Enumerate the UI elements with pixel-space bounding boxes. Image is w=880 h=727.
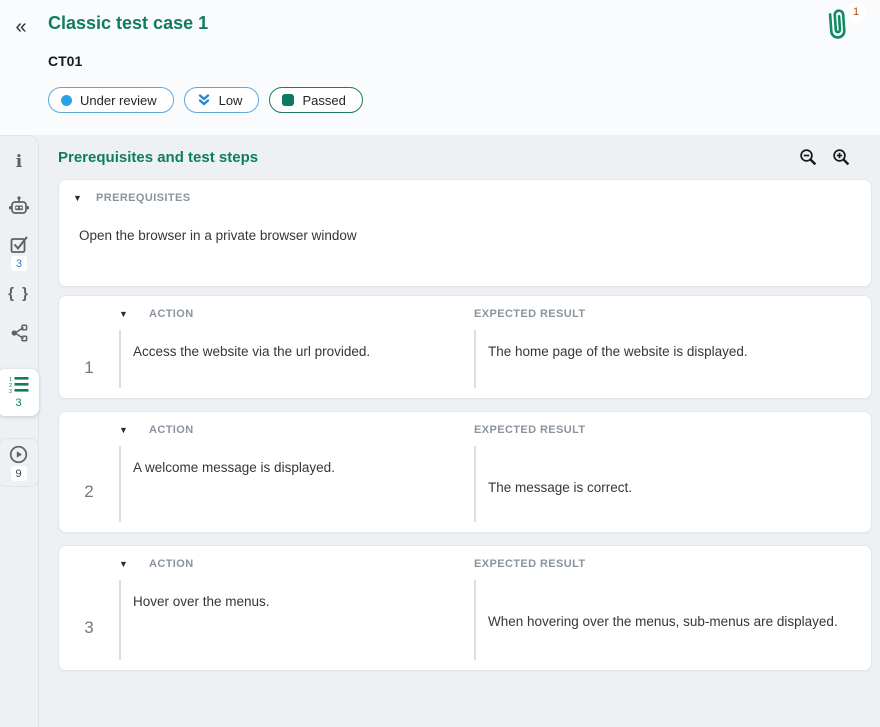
section-header: Prerequisites and test steps xyxy=(58,146,872,168)
attachments-button[interactable]: 1 xyxy=(822,6,862,50)
runs-count-badge: 9 xyxy=(11,466,27,481)
expected-column-label: EXPECTED RESULT xyxy=(474,308,586,320)
checkbox-check-icon xyxy=(9,235,29,254)
step-action-text[interactable]: Access the website via the url provided. xyxy=(133,342,464,362)
step-number: 1 xyxy=(84,358,93,388)
status-badge[interactable]: Under review xyxy=(48,87,174,113)
sidebar-tab-runs[interactable]: 9 xyxy=(0,438,39,487)
page-title: Classic test case 1 xyxy=(48,13,208,34)
prerequisites-card: ▼ PREREQUISITES Open the browser in a pr… xyxy=(58,179,872,287)
prerequisites-label: PREREQUISITES xyxy=(96,192,190,204)
priority-badge[interactable]: Low xyxy=(184,87,260,113)
sidebar-tab-steps[interactable]: 1 2 3 3 xyxy=(0,369,39,416)
result-square-icon xyxy=(282,94,294,106)
play-circle-icon xyxy=(9,445,28,464)
curly-braces-icon: { } xyxy=(8,285,30,302)
section-title: Prerequisites and test steps xyxy=(58,149,258,166)
sidebar-item-tests[interactable]: 3 xyxy=(0,235,38,271)
info-icon: i xyxy=(16,153,22,171)
test-step-row: 2 ▼ ACTION A welcome message is displaye… xyxy=(58,411,872,533)
result-badge-label: Passed xyxy=(302,93,345,108)
sidebar-item-parameters[interactable]: { } xyxy=(0,285,38,302)
action-column-label: ACTION xyxy=(149,424,194,436)
step-number: 3 xyxy=(84,618,93,660)
prerequisites-text[interactable]: Open the browser in a private browser wi… xyxy=(79,228,857,243)
page-header: « Classic test case 1 1 CT01 Under revie… xyxy=(0,0,880,135)
svg-text:3: 3 xyxy=(9,389,12,393)
step-expected-text[interactable]: When hovering over the menus, sub-menus … xyxy=(488,592,847,633)
badges-row: Under review Low Passed xyxy=(48,87,363,113)
expected-column-label: EXPECTED RESULT xyxy=(474,558,586,570)
collapse-triangle-icon[interactable]: ▼ xyxy=(73,193,87,203)
share-icon xyxy=(10,324,29,342)
status-badge-label: Under review xyxy=(80,93,157,108)
step-expected-text[interactable]: The home page of the website is displaye… xyxy=(488,342,847,362)
result-badge[interactable]: Passed xyxy=(269,87,362,113)
numbered-list-icon: 1 2 3 xyxy=(9,376,29,393)
step-number: 2 xyxy=(84,482,93,522)
zoom-in-button[interactable] xyxy=(832,147,852,167)
zoom-in-icon xyxy=(832,148,851,167)
priority-low-icon xyxy=(197,93,211,107)
action-column-label: ACTION xyxy=(149,308,194,320)
zoom-out-button[interactable] xyxy=(799,147,819,167)
test-step-row: 3 ▼ ACTION Hover over the menus. EXPECTE… xyxy=(58,545,872,671)
attachment-count-badge: 1 xyxy=(846,2,866,22)
sidebar-item-automation[interactable] xyxy=(0,196,38,216)
sidebar-item-share[interactable] xyxy=(0,324,38,342)
step-action-text[interactable]: A welcome message is displayed. xyxy=(133,458,464,478)
sidebar: i xyxy=(0,135,39,727)
collapse-triangle-icon[interactable]: ▼ xyxy=(119,559,133,569)
case-id: CT01 xyxy=(48,53,82,69)
collapse-triangle-icon[interactable]: ▼ xyxy=(119,309,133,319)
zoom-controls xyxy=(799,147,872,167)
test-step-row: 1 ▼ ACTION Access the website via the ur… xyxy=(58,295,872,399)
priority-badge-label: Low xyxy=(219,93,243,108)
steps-count-badge: 3 xyxy=(11,395,27,410)
robot-icon xyxy=(8,196,30,216)
collapse-triangle-icon[interactable]: ▼ xyxy=(119,425,133,435)
back-button[interactable]: « xyxy=(8,14,34,40)
sidebar-item-info[interactable]: i xyxy=(0,153,38,171)
status-dot-icon xyxy=(61,95,72,106)
zoom-out-icon xyxy=(799,148,818,167)
step-expected-text[interactable]: The message is correct. xyxy=(488,458,847,499)
tests-count-badge: 3 xyxy=(11,256,27,271)
content-area: i xyxy=(0,135,880,727)
expected-column-label: EXPECTED RESULT xyxy=(474,424,586,436)
step-action-text[interactable]: Hover over the menus. xyxy=(133,592,464,612)
main-panel: Prerequisites and test steps xyxy=(39,135,880,727)
action-column-label: ACTION xyxy=(149,558,194,570)
